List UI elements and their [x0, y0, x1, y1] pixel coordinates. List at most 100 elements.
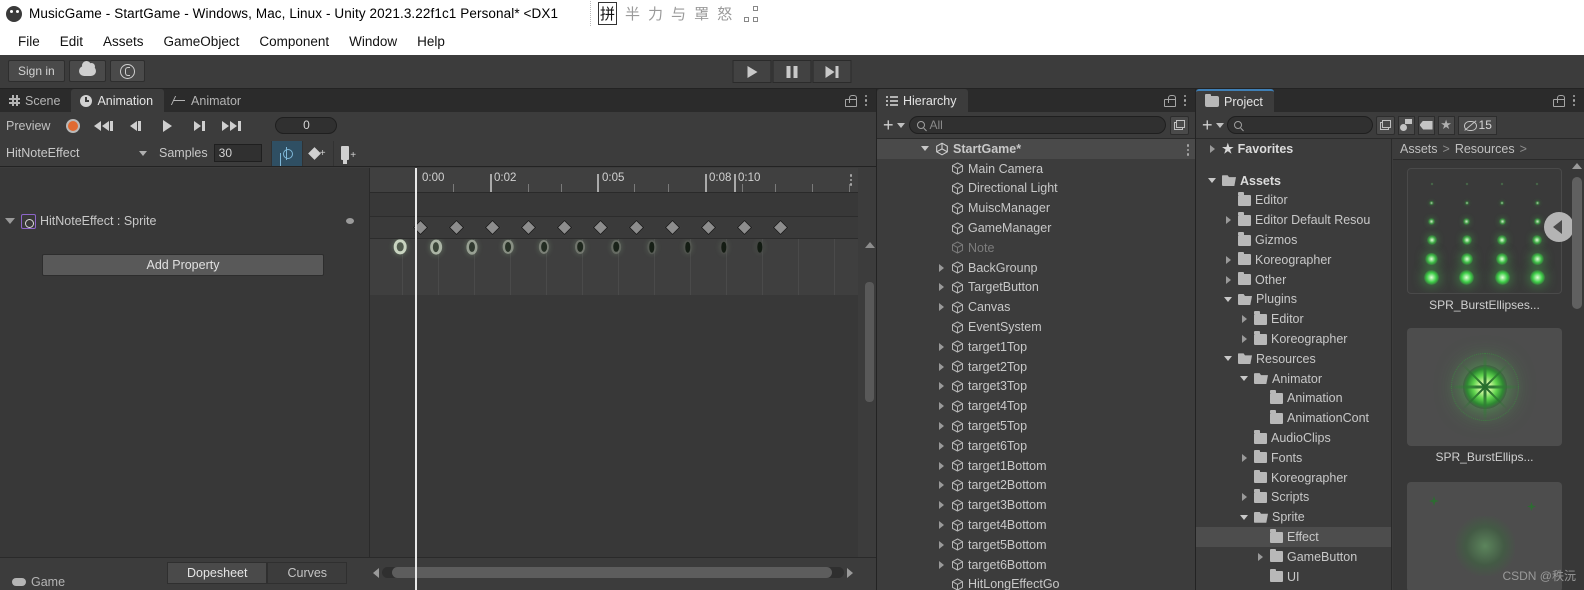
ime-toolbar[interactable]: 拼 半 力 与 罩 怒 [590, 1, 759, 26]
project-tree-item-animator[interactable]: Animator [1196, 369, 1391, 389]
project-view-options-button[interactable] [1375, 115, 1395, 135]
project-tree-item-ui[interactable]: UI [1196, 567, 1391, 587]
object-filter-button[interactable] [1397, 115, 1415, 135]
scroll-right-icon[interactable] [847, 567, 853, 578]
scrollbar-thumb[interactable] [865, 282, 874, 402]
hierarchy-item-targetbutton[interactable]: TargetButton [877, 278, 1195, 298]
chevron-right-icon[interactable] [1222, 275, 1234, 284]
keyframe-marker[interactable] [484, 219, 501, 236]
project-tree-item-gamebutton[interactable]: GameButton [1196, 547, 1391, 567]
kebab-icon[interactable] [1183, 94, 1186, 107]
hierarchy-item-main-camera[interactable]: Main Camera [877, 159, 1195, 179]
hierarchy-item-target2top[interactable]: target2Top [877, 357, 1195, 377]
sprite-frame-thumbnail[interactable] [755, 240, 800, 287]
keyframe-marker[interactable] [772, 219, 789, 236]
tab-scene[interactable]: Scene [0, 89, 72, 112]
hierarchy-item-muiscmanager[interactable]: MuiscManager [877, 198, 1195, 218]
chevron-right-icon[interactable] [935, 501, 947, 510]
hierarchy-item-target4top[interactable]: target4Top [877, 396, 1195, 416]
timeline-body[interactable] [370, 295, 858, 590]
scrollbar-track[interactable] [382, 567, 844, 578]
project-tree-item-animationcont[interactable]: AnimationCont [1196, 408, 1391, 428]
hierarchy-item-note[interactable]: Note [877, 238, 1195, 258]
keyframe-marker[interactable] [592, 219, 609, 236]
project-tree-item-assets[interactable]: Assets [1196, 171, 1391, 191]
chevron-down-icon[interactable] [1238, 376, 1250, 382]
ime-half-width-icon[interactable]: 半 [625, 3, 640, 24]
chevron-right-icon[interactable] [935, 540, 947, 549]
project-tree-item-effect[interactable]: Effect [1196, 527, 1391, 547]
lock-icon[interactable] [1552, 94, 1565, 107]
chevron-right-icon[interactable] [935, 422, 947, 431]
property-options-icon[interactable] [346, 218, 354, 224]
hierarchy-view-options-button[interactable] [1170, 115, 1189, 135]
scroll-up-icon[interactable] [865, 242, 875, 248]
chevron-right-icon[interactable] [935, 461, 947, 470]
add-keyframe-button[interactable] [270, 140, 302, 166]
keyframe-row[interactable] [370, 217, 858, 239]
breadcrumb-item-resources[interactable]: Resources [1455, 142, 1515, 156]
label-filter-button[interactable] [1417, 115, 1435, 135]
hierarchy-search-input[interactable]: All [908, 116, 1166, 134]
previous-page-button[interactable] [1544, 212, 1574, 242]
project-tree-item-editor[interactable]: Editor [1196, 191, 1391, 211]
hierarchy-item-eventsystem[interactable]: EventSystem [877, 317, 1195, 337]
tab-hierarchy[interactable]: Hierarchy [877, 89, 968, 112]
hierarchy-item-target3top[interactable]: target3Top [877, 377, 1195, 397]
chevron-down-icon[interactable] [1222, 356, 1234, 362]
project-tree-item-resources[interactable]: Resources [1196, 349, 1391, 369]
asset-card[interactable]: SPR_BurstEllips... [1407, 328, 1562, 464]
project-vertical-scrollbar[interactable] [1572, 163, 1582, 583]
chevron-right-icon[interactable] [1238, 493, 1250, 502]
previous-frame-button[interactable] [119, 114, 151, 138]
ime-settings-icon[interactable]: 怒 [717, 3, 732, 24]
project-tree-item-fonts[interactable]: Fonts [1196, 448, 1391, 468]
chevron-right-icon[interactable] [935, 362, 947, 371]
project-tree-item-animation[interactable]: Animation [1196, 389, 1391, 409]
ime-resize-icon[interactable] [744, 5, 759, 22]
scroll-left-icon[interactable] [373, 567, 379, 578]
hierarchy-item-backgrounp[interactable]: BackGrounp [877, 258, 1195, 278]
project-tree-item-plugins[interactable]: Plugins [1196, 290, 1391, 310]
hierarchy-item-target6bottom[interactable]: target6Bottom [877, 555, 1195, 575]
kebab-icon[interactable] [1572, 94, 1575, 107]
hierarchy-item-target2bottom[interactable]: target2Bottom [877, 476, 1195, 496]
project-tree-item-scripts[interactable]: Scripts [1196, 488, 1391, 508]
property-row-sprite[interactable]: HitNoteEffect : Sprite [0, 210, 370, 232]
hierarchy-item-directional-light[interactable]: Directional Light [877, 179, 1195, 199]
ime-symbol-icon[interactable]: 与 [671, 3, 686, 24]
pause-button[interactable] [772, 60, 812, 83]
project-add-button[interactable]: + [1202, 116, 1224, 134]
chevron-right-icon[interactable] [1238, 335, 1250, 344]
menu-item-window[interactable]: Window [339, 31, 407, 52]
play-button[interactable] [732, 60, 772, 83]
chevron-right-icon[interactable] [935, 263, 947, 272]
menu-item-file[interactable]: File [8, 31, 50, 52]
hierarchy-item-target6top[interactable]: target6Top [877, 436, 1195, 456]
tab-animation[interactable]: Animation [71, 89, 165, 112]
current-frame-input[interactable]: 0 [275, 117, 338, 134]
hierarchy-item-target5top[interactable]: target5Top [877, 416, 1195, 436]
hierarchy-item-target1top[interactable]: target1Top [877, 337, 1195, 357]
hierarchy-item-target5bottom[interactable]: target5Bottom [877, 535, 1195, 555]
sign-in-button[interactable]: Sign in [8, 60, 65, 82]
chevron-right-icon[interactable] [935, 441, 947, 450]
chevron-down-icon[interactable] [5, 218, 15, 224]
chevron-right-icon[interactable] [1222, 216, 1234, 225]
project-tree-item-favorites[interactable]: ★ Favorites [1196, 139, 1391, 159]
project-tree-item-audioclips[interactable]: AudioClips [1196, 428, 1391, 448]
lock-icon[interactable] [1163, 94, 1176, 107]
record-button[interactable] [59, 114, 87, 138]
menu-item-help[interactable]: Help [407, 31, 455, 52]
keyframe-marker[interactable] [556, 219, 573, 236]
project-tree-item-editor[interactable]: Editor [1196, 309, 1391, 329]
chevron-right-icon[interactable] [1222, 255, 1234, 264]
menu-item-assets[interactable]: Assets [93, 31, 154, 52]
chevron-right-icon[interactable] [935, 382, 947, 391]
scrollbar-thumb[interactable] [1572, 177, 1582, 309]
tab-curves[interactable]: Curves [267, 562, 348, 584]
asset-thumbnail[interactable] [1407, 328, 1562, 446]
hierarchy-item-target4bottom[interactable]: target4Bottom [877, 515, 1195, 535]
animation-play-button[interactable] [151, 114, 183, 138]
menu-item-gameobject[interactable]: GameObject [154, 31, 250, 52]
